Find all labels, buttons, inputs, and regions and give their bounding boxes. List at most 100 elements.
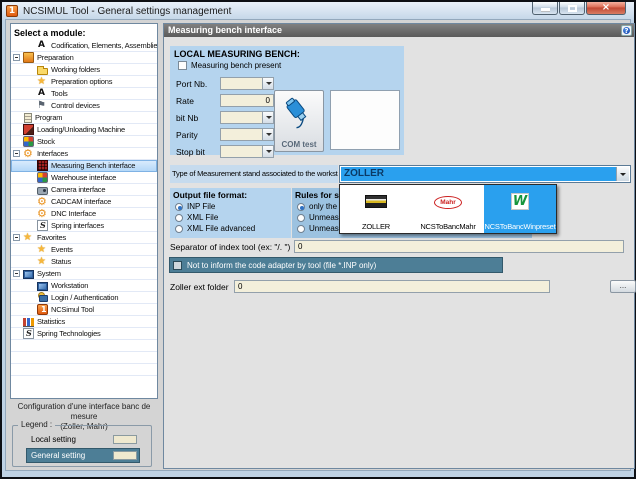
inform-checkbox[interactable] bbox=[173, 261, 182, 270]
expander-icon[interactable] bbox=[13, 150, 20, 157]
sidebar-item-favorites[interactable]: Favorites bbox=[11, 232, 157, 244]
sidebar-item-statistics[interactable]: Statistics bbox=[11, 316, 157, 328]
sidebar-item-warehouse-interface[interactable]: Warehouse interface bbox=[11, 172, 157, 184]
output-format-radio-selected[interactable] bbox=[175, 203, 183, 211]
sidebar-item-control-devices[interactable]: Control devices bbox=[11, 100, 157, 112]
stand-type-value: ZOLLER bbox=[341, 167, 616, 181]
sidebar-item-program[interactable]: Program bbox=[11, 112, 157, 124]
zoller-folder-input[interactable]: 0 bbox=[234, 280, 550, 293]
field-label: Rate bbox=[176, 96, 220, 106]
zoller-folder-row: Zoller ext folder 0 ... bbox=[170, 280, 229, 293]
com-test-label: COM test bbox=[275, 140, 323, 149]
tree-empty-row bbox=[11, 364, 157, 376]
program-icon bbox=[24, 113, 32, 123]
minimize-button[interactable] bbox=[532, 2, 558, 15]
dropdown-item-label: NCSToBancWinpreset bbox=[484, 222, 556, 231]
com-test-button[interactable]: COM test bbox=[274, 90, 324, 152]
stop-bit-combobox[interactable] bbox=[220, 145, 274, 158]
assembly-icon bbox=[37, 40, 48, 51]
sidebar-item-stock[interactable]: Stock bbox=[11, 136, 157, 148]
legend-swatch-local bbox=[113, 435, 137, 444]
sidebar-item-login-authentication[interactable]: Login / Authentication bbox=[11, 292, 157, 304]
sidebar-item-workstation[interactable]: Workstation bbox=[11, 280, 157, 292]
sidebar-item-spring-technologies[interactable]: Spring Technologies bbox=[11, 328, 157, 340]
chevron-down-icon[interactable] bbox=[616, 167, 629, 181]
dropdown-item-ncstobancmahr[interactable]: MahrNCSToBancMahr bbox=[412, 185, 484, 233]
chevron-down-icon[interactable] bbox=[262, 78, 273, 89]
module-sidebar: Select a module: Codification, Elements,… bbox=[10, 23, 158, 399]
sidebar-item-preparation-options[interactable]: Preparation options bbox=[11, 76, 157, 88]
field-label: bit Nb bbox=[176, 113, 220, 123]
local-measuring-bench-panel: LOCAL MEASURING BENCH: Measuring bench p… bbox=[170, 46, 404, 155]
stand-type-combobox[interactable]: ZOLLER bbox=[339, 165, 631, 183]
sidebar-item-interfaces[interactable]: Interfaces bbox=[11, 148, 157, 160]
chevron-down-icon[interactable] bbox=[262, 129, 273, 140]
dropdown-item-ncstobancwinpreset[interactable]: W NCSToBancWinpreset bbox=[484, 185, 556, 233]
expander-icon[interactable] bbox=[13, 54, 20, 61]
dropdown-item-zoller[interactable]: ZOLLER bbox=[340, 185, 412, 233]
sidebar-item-tools[interactable]: Tools bbox=[11, 88, 157, 100]
field-row-rate: Rate0 bbox=[176, 94, 274, 107]
sidebar-item-events[interactable]: Events bbox=[11, 244, 157, 256]
sidebar-item-working-folders[interactable]: Working folders bbox=[11, 64, 157, 76]
client-area: Select a module: Codification, Elements,… bbox=[5, 19, 631, 471]
winpreset-logo-icon: W bbox=[511, 193, 529, 210]
title-bar[interactable]: 1 NCSIMUL Tool - General settings manage… bbox=[2, 2, 634, 20]
close-button[interactable]: × bbox=[586, 2, 626, 15]
window-title: NCSIMUL Tool - General settings manageme… bbox=[23, 6, 231, 17]
expander-icon[interactable] bbox=[13, 234, 20, 241]
stand-type-label: Type of Measurement stand associated to … bbox=[170, 165, 338, 183]
sidebar-item-label: Measuring Bench interface bbox=[51, 161, 135, 170]
sidebar-item-camera-interface[interactable]: Camera interface bbox=[11, 184, 157, 196]
port-nb--combobox[interactable] bbox=[220, 77, 274, 90]
sidebar-item-loading-unloading-machine[interactable]: Loading/Unloading Machine bbox=[11, 124, 157, 136]
machine-icon bbox=[23, 124, 34, 135]
panel-title-bar: Measuring bench interface ? bbox=[164, 24, 634, 37]
parity-combobox[interactable] bbox=[220, 128, 274, 141]
bit-nb-combobox[interactable] bbox=[220, 111, 274, 124]
rate-input[interactable]: 0 bbox=[220, 94, 274, 107]
maximize-button[interactable] bbox=[559, 2, 585, 15]
sidebar-item-preparation[interactable]: Preparation bbox=[11, 52, 157, 64]
sidebar-item-measuring-bench-interface[interactable]: Measuring Bench interface bbox=[11, 160, 157, 172]
sidebar-item-label: Favorites bbox=[37, 233, 66, 242]
rules-radio-selected[interactable] bbox=[297, 203, 305, 211]
browse-button[interactable]: ... bbox=[610, 280, 636, 293]
sidebar-item-cadcam-interface[interactable]: CADCAM interface bbox=[11, 196, 157, 208]
chevron-down-icon[interactable] bbox=[262, 146, 273, 157]
output-format-group: Output file format: INP FileXML FileXML … bbox=[170, 188, 291, 238]
bench-present-checkbox[interactable] bbox=[178, 61, 187, 70]
tree-empty-row bbox=[11, 340, 157, 352]
output-format-radio[interactable] bbox=[175, 214, 183, 222]
dropdown-item-label: ZOLLER bbox=[340, 222, 412, 231]
rules-radio[interactable] bbox=[297, 214, 305, 222]
monitor-icon bbox=[37, 282, 48, 291]
sidebar-item-dnc-interface[interactable]: DNC Interface bbox=[11, 208, 157, 220]
statistics-icon bbox=[23, 318, 34, 327]
separator-input[interactable]: 0 bbox=[294, 240, 624, 253]
output-format-option-row: XML File bbox=[170, 211, 291, 222]
output-format-radio[interactable] bbox=[175, 225, 183, 233]
spring-icon bbox=[23, 328, 34, 339]
help-button[interactable]: ? bbox=[621, 25, 632, 36]
rules-radio[interactable] bbox=[297, 225, 305, 233]
gear-icon bbox=[23, 148, 34, 159]
sidebar-item-codification-elements-assemblies[interactable]: Codification, Elements, Assemblies bbox=[11, 40, 157, 52]
sidebar-item-ncsimul-tool[interactable]: NCSimul Tool bbox=[11, 304, 157, 316]
app-icon: 1 bbox=[6, 5, 18, 17]
chevron-down-icon[interactable] bbox=[262, 112, 273, 123]
star-icon bbox=[37, 76, 48, 87]
legend-label: General setting bbox=[31, 451, 85, 460]
sidebar-item-spring-interfaces[interactable]: Spring interfaces bbox=[11, 220, 157, 232]
stand-type-dropdown: ZOLLERMahrNCSToBancMahr W NCSToBancWinpres… bbox=[339, 184, 557, 234]
bench-present-label: Measuring bench present bbox=[191, 61, 281, 70]
minimize-icon bbox=[541, 8, 550, 11]
inform-option-bar: Not to inform the code adapter by tool (… bbox=[170, 258, 502, 272]
expander-icon[interactable] bbox=[13, 270, 20, 277]
sidebar-item-label: Events bbox=[51, 245, 73, 254]
sidebar-item-status[interactable]: Status bbox=[11, 256, 157, 268]
legend-label: Local setting bbox=[31, 435, 76, 444]
separator-label: Separator of index tool (ex: "/. ") bbox=[170, 242, 290, 252]
output-format-option-row: INP File bbox=[170, 200, 291, 211]
sidebar-item-system[interactable]: System bbox=[11, 268, 157, 280]
